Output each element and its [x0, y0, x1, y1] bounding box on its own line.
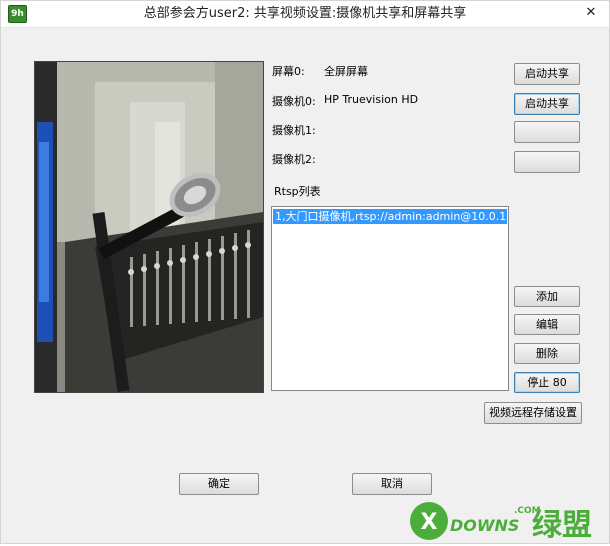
watermark-brand: DOWNS: [450, 516, 519, 535]
rtsp-list-item[interactable]: 1,大门口摄像机,rtsp://admin:admin@10.0.1.192: [273, 209, 507, 224]
camera1-label: 摄像机1:: [272, 124, 316, 137]
stop-button[interactable]: 停止 80: [514, 372, 580, 393]
cancel-button[interactable]: 取消: [352, 473, 432, 495]
remote-storage-settings-button[interactable]: 视频远程存储设置: [484, 402, 582, 424]
rtsp-listbox[interactable]: 1,大门口摄像机,rtsp://admin:admin@10.0.1.192: [271, 206, 509, 391]
watermark-x: X: [421, 510, 438, 535]
edit-button[interactable]: 编辑: [514, 314, 580, 335]
camera-preview-image: [35, 62, 263, 392]
camera1-share-button[interactable]: [514, 121, 580, 143]
window-title: 总部参会方user2: 共享视频设置:摄像机共享和屏幕共享: [143, 6, 467, 21]
screen0-label: 屏幕0:: [272, 65, 305, 78]
screen0-value: 全屏屏幕: [324, 65, 368, 78]
watermark-graphic: X DOWNS .COM 绿盟: [410, 502, 592, 543]
delete-button[interactable]: 删除: [514, 343, 580, 364]
camera0-label: 摄像机0:: [272, 95, 316, 108]
camera2-share-button[interactable]: [514, 151, 580, 173]
close-button[interactable]: ✕: [581, 4, 601, 22]
video-preview: [34, 61, 264, 393]
camera0-share-button[interactable]: 启动共享: [514, 93, 580, 115]
screen0-share-button[interactable]: 启动共享: [514, 63, 580, 85]
watermark-logo: X DOWNS .COM 绿盟: [406, 497, 606, 543]
ok-button[interactable]: 确定: [179, 473, 259, 495]
watermark-suffix: 绿盟: [532, 508, 592, 543]
dialog-window: 9h 总部参会方user2: 共享视频设置:摄像机共享和屏幕共享 ✕ 屏幕0: …: [0, 0, 610, 544]
rtsp-list-title: Rtsp列表: [274, 185, 321, 198]
title-bar[interactable]: 9h 总部参会方user2: 共享视频设置:摄像机共享和屏幕共享 ✕: [1, 1, 609, 28]
camera2-label: 摄像机2:: [272, 153, 316, 166]
camera0-value: HP Truevision HD: [324, 93, 419, 106]
add-button[interactable]: 添加: [514, 286, 580, 307]
